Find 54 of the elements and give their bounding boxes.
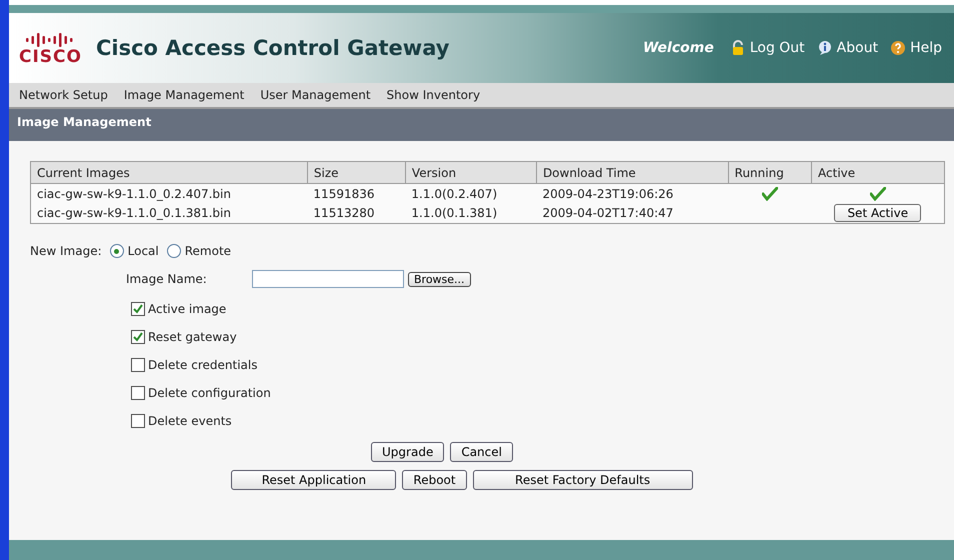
- radio-button[interactable]: [110, 244, 124, 258]
- header-link[interactable]: About: [816, 40, 878, 56]
- radio-option[interactable]: Local: [110, 244, 159, 258]
- checkbox[interactable]: [131, 386, 145, 400]
- radio-button[interactable]: [166, 244, 181, 258]
- welcome-text: Welcome: [642, 40, 714, 56]
- table-cell: 1.1.0(0.2.407): [405, 184, 536, 203]
- app-title: Cisco Access Control Gateway: [96, 36, 450, 60]
- checkbox[interactable]: [131, 330, 145, 344]
- menu-item[interactable]: User Management: [254, 88, 381, 102]
- radio-label: Remote: [184, 244, 232, 258]
- checkbox[interactable]: [131, 302, 145, 316]
- field-label: Image Name:: [126, 272, 208, 286]
- section-title: Image Management: [17, 115, 152, 129]
- table-cell: 1.1.0(0.1.381): [405, 203, 536, 224]
- field-label: New Image:: [30, 244, 102, 258]
- action-button[interactable]: Reset Factory Defaults: [472, 470, 693, 490]
- column-header: Running: [728, 162, 812, 184]
- logo-bars-icon: [25, 30, 76, 48]
- browse-button[interactable]: Browse...: [408, 272, 471, 286]
- radio-option[interactable]: Remote: [166, 244, 232, 258]
- action-button[interactable]: Reboot: [402, 470, 467, 490]
- radio-label: Local: [128, 244, 159, 258]
- menu-item[interactable]: Show Inventory: [380, 88, 490, 102]
- checkbox-label: Delete credentials: [148, 358, 258, 372]
- menu-item[interactable]: Network Setup: [13, 88, 118, 102]
- table-cell: ciac-gw-sw-k9-1.1.0_0.1.381.bin: [30, 203, 308, 224]
- table-cell: 11513280: [307, 203, 406, 224]
- column-header: Version: [405, 162, 536, 184]
- column-header: Download Time: [536, 162, 728, 184]
- column-header: Current Images: [30, 162, 308, 184]
- column-header: Size: [307, 162, 406, 184]
- column-header: Active: [812, 162, 944, 184]
- table-cell: 11591836: [307, 184, 406, 203]
- input-field[interactable]: [252, 270, 404, 288]
- checkbox[interactable]: [131, 414, 145, 428]
- logo-text: CISCO: [19, 48, 82, 66]
- menu-item[interactable]: Image Management: [118, 88, 254, 102]
- info-icon: [816, 40, 833, 56]
- table-cell: 2009-04-02T17:40:47: [536, 203, 728, 224]
- checkbox-label: Active image: [148, 302, 226, 316]
- table-cell: ciac-gw-sw-k9-1.1.0_0.2.407.bin: [30, 184, 308, 203]
- action-button[interactable]: Reset Application: [231, 470, 396, 490]
- header-link[interactable]: Help: [890, 40, 942, 56]
- help-icon: [890, 40, 906, 56]
- checkbox-label: Delete configuration: [148, 386, 271, 400]
- action-button[interactable]: Cancel: [450, 442, 513, 462]
- action-button[interactable]: Upgrade: [371, 442, 444, 462]
- header-link[interactable]: Log Out: [730, 40, 805, 56]
- checkbox[interactable]: [131, 358, 145, 372]
- checkbox-label: Delete events: [148, 414, 232, 428]
- checkbox-label: Reset gateway: [148, 330, 237, 344]
- set-active-button[interactable]: Set Active: [834, 204, 922, 222]
- table-cell: 2009-04-23T19:06:26: [536, 184, 728, 203]
